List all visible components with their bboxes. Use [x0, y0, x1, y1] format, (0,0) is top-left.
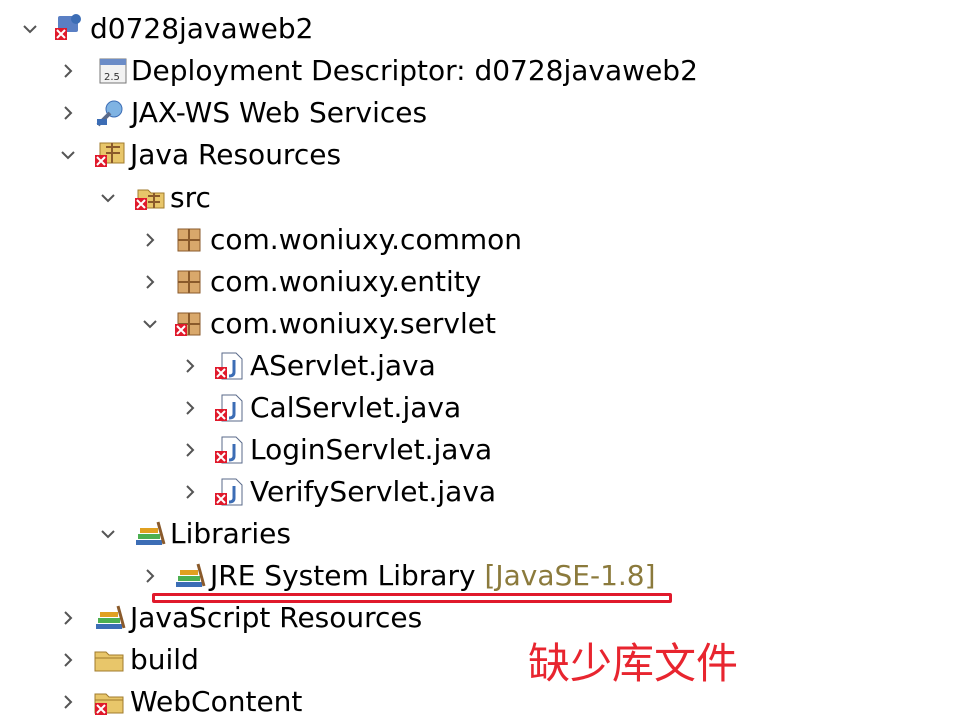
chevron-down-icon[interactable]	[96, 513, 120, 555]
jre-version-decoration: [JavaSE-1.8]	[484, 559, 656, 592]
java-file-label: VerifyServlet.java	[250, 475, 497, 508]
chevron-right-icon[interactable]	[138, 261, 162, 303]
web-services-icon	[94, 97, 128, 129]
java-resources-error-icon	[92, 139, 126, 171]
tree-row-project[interactable]: d0728javaweb2	[0, 8, 955, 50]
java-file-error-icon	[212, 434, 246, 466]
tree-row-src[interactable]: src	[0, 177, 955, 219]
chevron-right-icon[interactable]	[178, 387, 202, 429]
chevron-right-icon[interactable]	[178, 429, 202, 471]
source-folder-error-icon	[132, 182, 166, 214]
chevron-down-icon[interactable]	[138, 303, 162, 345]
chevron-right-icon[interactable]	[56, 639, 80, 681]
package-error-icon	[172, 308, 206, 340]
tree-row-package-entity[interactable]: com.woniuxy.entity	[0, 261, 955, 303]
package-icon	[172, 224, 206, 256]
project-explorer-tree: d0728javaweb2 2.5 Deployment Descriptor:…	[0, 0, 955, 724]
chevron-right-icon[interactable]	[178, 345, 202, 387]
src-label: src	[170, 181, 211, 214]
annotation-text: 缺少库文件	[528, 639, 739, 688]
tree-row-java-file[interactable]: CalServlet.java	[0, 387, 955, 429]
tree-row-java-file[interactable]: VerifyServlet.java	[0, 471, 955, 513]
chevron-right-icon[interactable]	[178, 471, 202, 513]
package-common-label: com.woniuxy.common	[210, 223, 523, 256]
project-label: d0728javaweb2	[90, 12, 314, 45]
chevron-right-icon[interactable]	[56, 597, 80, 639]
chevron-right-icon[interactable]	[56, 681, 80, 723]
jre-system-library-label: JRE System Library [JavaSE-1.8]	[210, 555, 656, 597]
package-servlet-label: com.woniuxy.servlet	[210, 307, 496, 340]
chevron-right-icon[interactable]	[56, 50, 80, 92]
chevron-right-icon[interactable]	[56, 92, 80, 134]
tree-row-jaxws[interactable]: JAX-WS Web Services	[0, 92, 955, 134]
project-error-icon	[52, 13, 86, 45]
tree-row-java-file[interactable]: LoginServlet.java	[0, 429, 955, 471]
build-label: build	[130, 643, 199, 676]
library-icon	[172, 560, 206, 592]
tree-row-build[interactable]: build	[0, 639, 955, 681]
java-file-label: CalServlet.java	[250, 391, 462, 424]
tree-row-java-file[interactable]: AServlet.java	[0, 345, 955, 387]
package-icon	[172, 266, 206, 298]
tree-row-libraries[interactable]: Libraries	[0, 513, 955, 555]
tree-row-deployment-descriptor[interactable]: 2.5 Deployment Descriptor: d0728javaweb2	[0, 50, 955, 92]
svg-text:2.5: 2.5	[104, 72, 120, 83]
tree-row-webcontent[interactable]: WebContent	[0, 681, 955, 723]
java-file-error-icon	[212, 350, 246, 382]
red-underline-annotation	[152, 593, 672, 603]
jaxws-label: JAX-WS Web Services	[131, 96, 428, 129]
webcontent-label: WebContent	[130, 685, 303, 718]
deployment-descriptor-icon: 2.5	[94, 55, 128, 87]
java-file-label: AServlet.java	[250, 349, 436, 382]
deployment-descriptor-label: Deployment Descriptor: d0728javaweb2	[131, 54, 698, 87]
library-icon	[92, 602, 126, 634]
chevron-down-icon[interactable]	[56, 134, 80, 176]
tree-row-javascript-resources[interactable]: JavaScript Resources	[0, 597, 955, 639]
javascript-resources-label: JavaScript Resources	[130, 601, 423, 634]
chevron-down-icon[interactable]	[96, 177, 120, 219]
jre-library-name: JRE System Library	[210, 559, 476, 592]
java-file-error-icon	[212, 476, 246, 508]
folder-error-icon	[92, 686, 126, 718]
package-entity-label: com.woniuxy.entity	[210, 265, 482, 298]
chevron-right-icon[interactable]	[138, 219, 162, 261]
java-file-error-icon	[212, 392, 246, 424]
libraries-label: Libraries	[170, 517, 291, 550]
java-resources-label: Java Resources	[130, 138, 342, 171]
chevron-right-icon[interactable]	[138, 555, 162, 597]
tree-row-package-servlet[interactable]: com.woniuxy.servlet	[0, 303, 955, 345]
library-icon	[132, 518, 166, 550]
java-file-label: LoginServlet.java	[250, 433, 493, 466]
folder-icon	[92, 644, 126, 676]
chevron-down-icon[interactable]	[18, 8, 42, 50]
tree-row-package-common[interactable]: com.woniuxy.common	[0, 219, 955, 261]
tree-row-java-resources[interactable]: Java Resources	[0, 134, 955, 176]
tree-row-jre-system-library[interactable]: JRE System Library [JavaSE-1.8]	[0, 555, 955, 597]
